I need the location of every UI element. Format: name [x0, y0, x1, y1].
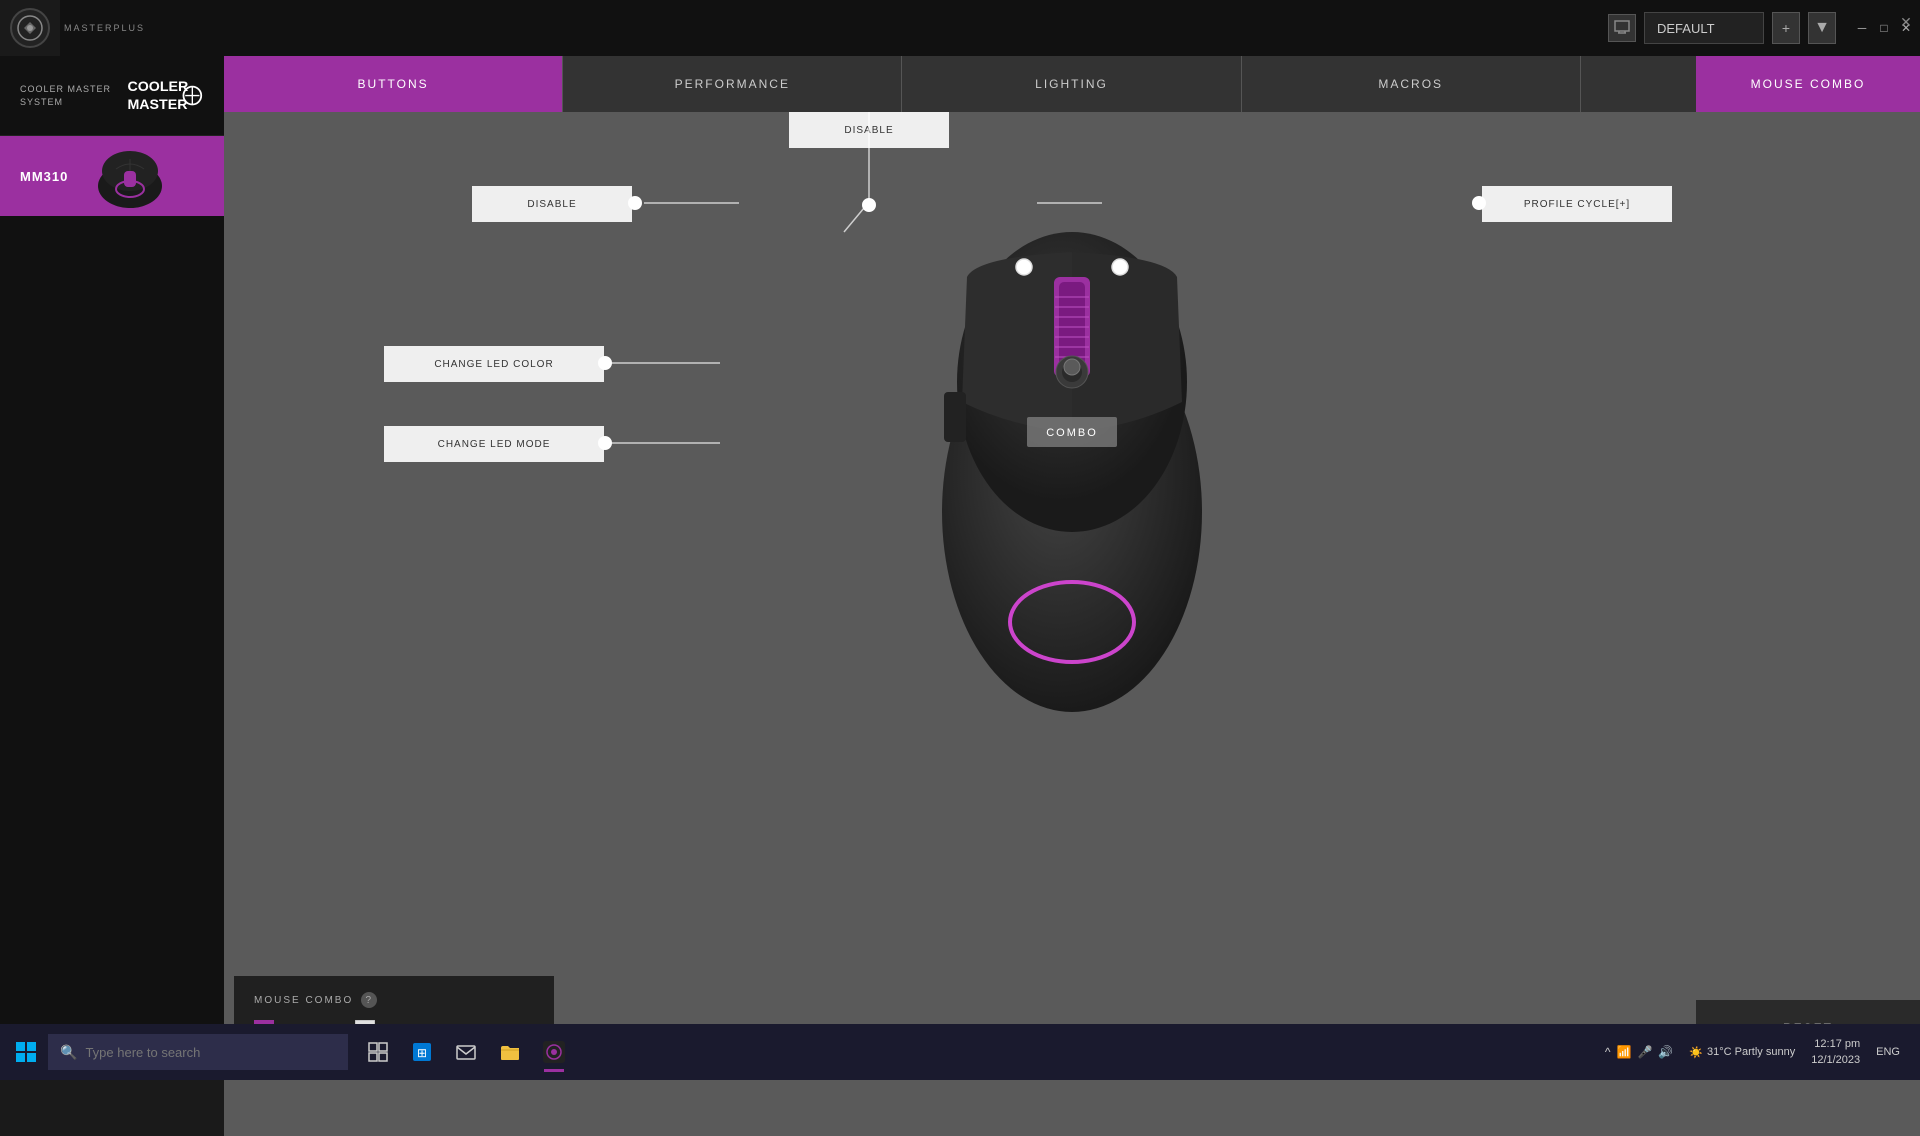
tray-icons: ^ 📶 🎤 🔊 — [1605, 1045, 1674, 1059]
logo-icon — [10, 8, 50, 48]
windows-icon — [16, 1042, 36, 1062]
mouse-combo-button[interactable]: MOUSE COMBO — [1696, 56, 1920, 112]
nav-tabs: BUTTONS PERFORMANCE LIGHTING MACROS PROF… — [224, 56, 1920, 112]
tab-lighting[interactable]: LIGHTING — [902, 56, 1241, 112]
brand-area: COOLER MASTER SYSTEM COOLER MASTER — [0, 56, 224, 136]
brand-line1: COOLER MASTER — [20, 83, 111, 96]
coolermaster-logo: COOLER MASTER — [123, 71, 203, 121]
maximize-button[interactable]: □ — [1874, 18, 1894, 38]
tab-buttons[interactable]: BUTTONS — [224, 56, 563, 112]
date-display: 12/1/2023 — [1811, 1052, 1860, 1069]
info-text: ? — [365, 995, 373, 1006]
dot-left — [628, 196, 642, 210]
main-area: DISABLE DISABLE PROFILE CYCLE[+] CHANGE … — [224, 112, 1920, 1136]
language-indicator[interactable]: ENG — [1876, 1046, 1900, 1058]
mouse-svg: COMBO — [872, 122, 1272, 772]
mail-button[interactable] — [444, 1030, 488, 1074]
dot-led-color — [598, 356, 612, 370]
mic-icon[interactable]: 🎤 — [1637, 1045, 1652, 1059]
tab-buttons-label: BUTTONS — [358, 77, 429, 91]
coolermaster-taskbar-button[interactable] — [532, 1030, 576, 1074]
extra-close[interactable]: ✕ — [1892, 8, 1920, 36]
store-icon: ⊞ — [411, 1041, 433, 1063]
combo-panel-title: MOUSE COMBO ? — [254, 992, 534, 1008]
profile-expand-button[interactable]: ▼ — [1808, 12, 1836, 44]
task-view-icon — [368, 1042, 388, 1062]
profile-area: DEFAULT + ▼ — [1608, 12, 1836, 44]
network-icon[interactable]: 📶 — [1616, 1045, 1631, 1059]
profile-add-button[interactable]: + — [1772, 12, 1800, 44]
tab-macros-label: MACROS — [1378, 77, 1443, 91]
language-text: ENG — [1876, 1046, 1900, 1058]
device-item[interactable]: MM310 — [0, 136, 224, 216]
dot-led-mode — [598, 436, 612, 450]
active-indicator — [544, 1069, 564, 1072]
search-icon: 🔍 — [60, 1044, 77, 1061]
dot-top — [862, 198, 876, 212]
profile-dropdown[interactable]: DEFAULT — [1644, 12, 1764, 44]
change-led-mode-text: CHANGE LED MODE — [438, 439, 551, 450]
cm-taskbar-icon — [543, 1041, 565, 1063]
tab-performance[interactable]: PERFORMANCE — [563, 56, 902, 112]
taskbar: 🔍 ⊞ — [0, 1024, 1920, 1080]
svg-text:COOLER: COOLER — [127, 79, 188, 95]
minimize-button[interactable]: ─ — [1852, 18, 1872, 38]
change-led-color-label[interactable]: CHANGE LED COLOR — [384, 346, 604, 382]
info-icon[interactable]: ? — [361, 992, 377, 1008]
sidebar: COOLER MASTER SYSTEM COOLER MASTER MM310 — [0, 56, 224, 1080]
app-logo — [0, 0, 60, 56]
svg-text:MASTER: MASTER — [127, 96, 187, 112]
brand-text: COOLER MASTER SYSTEM — [20, 83, 111, 108]
weather-widget: ☀️ 31°C Partly sunny — [1689, 1046, 1795, 1059]
start-button[interactable] — [4, 1024, 48, 1080]
svg-text:COMBO: COMBO — [1046, 427, 1098, 439]
tab-lighting-label: LIGHTING — [1035, 77, 1108, 91]
profile-icon — [1608, 14, 1636, 42]
speaker-icon[interactable]: 🔊 — [1658, 1045, 1673, 1059]
dot-right — [1472, 196, 1486, 210]
profile-name: DEFAULT — [1657, 21, 1715, 36]
change-led-mode-label[interactable]: CHANGE LED MODE — [384, 426, 604, 462]
clock[interactable]: 12:17 pm 12/1/2023 — [1811, 1036, 1860, 1069]
time-display: 12:17 pm — [1811, 1036, 1860, 1053]
task-view-button[interactable] — [356, 1030, 400, 1074]
mouse-combo-label: MOUSE COMBO — [1751, 77, 1866, 91]
mouse-diagram: COMBO — [872, 122, 1272, 772]
profile-cycle-text: PROFILE CYCLE[+] — [1524, 199, 1630, 210]
tab-macros[interactable]: MACROS — [1242, 56, 1581, 112]
change-led-color-text: CHANGE LED COLOR — [434, 359, 553, 370]
disable-left-text: DISABLE — [527, 199, 576, 210]
tab-performance-label: PERFORMANCE — [675, 77, 790, 91]
weather-text: 31°C Partly sunny — [1707, 1046, 1795, 1058]
expand-tray-icon[interactable]: ^ — [1605, 1045, 1611, 1059]
weather-icon: ☀️ — [1689, 1046, 1703, 1059]
search-input[interactable] — [85, 1045, 305, 1060]
combo-title-text: MOUSE COMBO — [254, 995, 353, 1006]
search-area[interactable]: 🔍 — [48, 1034, 348, 1070]
disable-left-label[interactable]: DISABLE — [472, 186, 632, 222]
masterplus-label: MASTERPLUS — [64, 23, 145, 33]
device-name: MM310 — [20, 169, 68, 184]
explorer-button[interactable] — [488, 1030, 532, 1074]
brand-line2: SYSTEM — [20, 96, 111, 109]
profile-cycle-label[interactable]: PROFILE CYCLE[+] — [1482, 186, 1672, 222]
titlebar: MASTERPLUS DEFAULT + ▼ ─ □ ✕ ✕ — [0, 0, 1920, 56]
svg-text:⊞: ⊞ — [417, 1046, 427, 1060]
microsoft-store-button[interactable]: ⊞ — [400, 1030, 444, 1074]
system-tray: ^ 📶 🎤 🔊 ☀️ 31°C Partly sunny 12:17 pm 12… — [1597, 1036, 1916, 1069]
folder-icon — [499, 1041, 521, 1063]
mail-icon — [455, 1041, 477, 1063]
device-mouse-image — [80, 141, 180, 211]
